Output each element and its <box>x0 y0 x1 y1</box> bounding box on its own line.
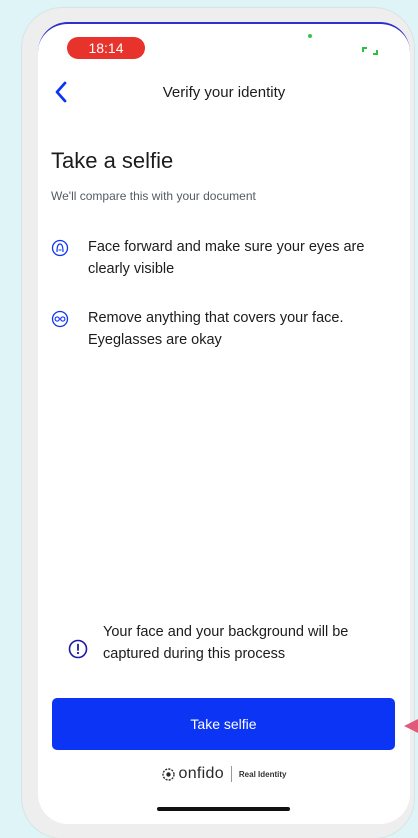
brand-divider <box>230 766 232 782</box>
notice-text: Your face and your background will be ca… <box>103 624 349 662</box>
expand-icon <box>362 47 378 55</box>
nav-title: Verify your identity <box>162 84 286 101</box>
status-time: 18:14 <box>67 37 145 59</box>
eyeglasses-icon <box>51 310 69 328</box>
camera-indicator-icon <box>308 34 312 38</box>
instruction-text: Remove anything that covers your face. E… <box>88 310 344 348</box>
branding-footer: onfido Real Identity <box>38 764 410 784</box>
onfido-logo-icon <box>161 767 175 781</box>
phone-screen: 18:14 Verify your identity Take a selfie… <box>38 22 410 824</box>
take-selfie-button[interactable]: Take selfie <box>52 698 395 750</box>
face-forward-icon <box>51 239 69 257</box>
instruction-text: Face forward and make sure your eyes are… <box>88 239 365 277</box>
status-bar: 18:14 <box>38 24 410 64</box>
brand-name: onfido <box>178 765 224 782</box>
home-indicator[interactable] <box>157 807 290 811</box>
pointer-arrow-icon <box>404 719 418 733</box>
nav-bar: Verify your identity <box>38 76 410 110</box>
brand-tagline: Real Identity <box>238 769 287 779</box>
page-subtitle: We'll compare this with your document <box>51 189 256 203</box>
info-circle-icon <box>68 639 88 659</box>
page-title: Take a selfie <box>51 148 174 173</box>
